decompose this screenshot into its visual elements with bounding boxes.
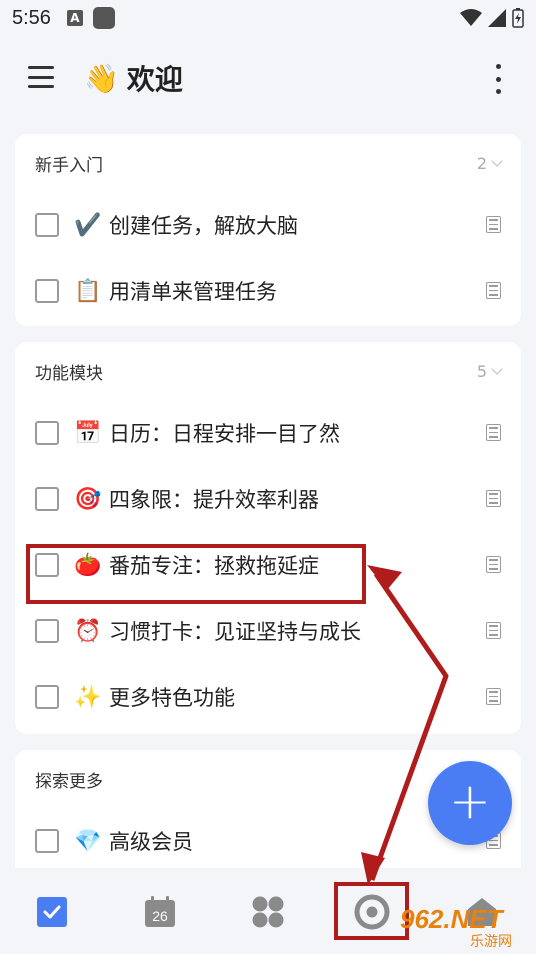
list-item[interactable]: 📅 日历：日程安排一目了然 — [15, 400, 521, 466]
alarm-clock-icon: ⏰ — [74, 618, 102, 644]
task-checkbox[interactable] — [35, 487, 59, 511]
section-features: 功能模块 5 📅 日历：日程安排一目了然 🎯 四象限：提升效率利器 🍅 番茄专注… — [15, 342, 521, 734]
note-icon — [486, 688, 501, 705]
battery-icon — [512, 8, 524, 28]
status-right — [460, 8, 524, 28]
signal-icon — [488, 9, 506, 27]
calendar-date: 26 — [152, 908, 168, 924]
list-item[interactable]: 📋 用清单来管理任务 — [15, 258, 521, 324]
section-header[interactable]: 新手入门 2 — [15, 134, 521, 192]
task-title: 四象限：提升效率利器 — [109, 488, 319, 512]
nav-tasks[interactable] — [32, 892, 72, 932]
svg-text:乐游网: 乐游网 — [470, 934, 512, 950]
note-icon — [486, 282, 501, 299]
task-title: 习惯打卡：见证坚持与成长 — [109, 620, 361, 644]
section-header[interactable]: 功能模块 5 — [15, 342, 521, 400]
target-icon: 🎯 — [74, 486, 102, 512]
svg-text:962.NET: 962.NET — [400, 904, 505, 934]
note-icon — [486, 424, 501, 441]
section-getting-started: 新手入门 2 ✔️ 创建任务，解放大脑 📋 用清单来管理任务 — [15, 134, 521, 326]
task-title: 用清单来管理任务 — [109, 280, 277, 304]
chevron-down-icon — [491, 363, 503, 375]
nav-quadrant[interactable] — [248, 892, 288, 932]
task-title: 创建任务，解放大脑 — [109, 214, 298, 238]
task-checkbox[interactable] — [35, 213, 59, 237]
status-bar: 5:56 A — [0, 0, 536, 36]
note-icon — [486, 490, 501, 507]
four-quadrant-icon — [252, 896, 284, 928]
calendar-emoji-icon: 📅 — [74, 420, 102, 446]
more-options-icon[interactable] — [488, 64, 508, 94]
task-checkbox[interactable] — [35, 279, 59, 303]
note-icon — [486, 556, 501, 573]
task-checkbox[interactable] — [35, 421, 59, 445]
clipboard-icon: 📋 — [74, 278, 102, 304]
notification-square-icon — [92, 7, 115, 29]
status-time: 5:56 — [12, 6, 51, 29]
note-icon — [486, 216, 501, 233]
chevron-down-icon — [491, 155, 503, 167]
task-checkbox[interactable] — [35, 685, 59, 709]
page-title: 👋 欢迎 — [84, 58, 183, 98]
task-checkbox[interactable] — [35, 619, 59, 643]
page-title-text: 欢迎 — [126, 63, 183, 96]
nav-calendar[interactable]: 26 — [140, 892, 180, 932]
task-title: 日历：日程安排一目了然 — [109, 422, 340, 446]
list-item[interactable]: ✔️ 创建任务，解放大脑 — [15, 192, 521, 258]
task-checkbox[interactable] — [35, 829, 59, 853]
list-item[interactable]: ⏰ 习惯打卡：见证坚持与成长 — [15, 598, 521, 664]
task-title: 高级会员 — [109, 830, 193, 854]
keyboard-a-icon: A — [66, 10, 83, 26]
hamburger-menu-icon[interactable] — [28, 66, 54, 88]
highlight-box-pomodoro-task — [26, 544, 366, 604]
app-bar: 👋 欢迎 — [0, 44, 536, 112]
wifi-icon — [460, 9, 482, 26]
list-item[interactable]: 🎯 四象限：提升效率利器 — [15, 466, 521, 532]
section-title: 功能模块 — [35, 363, 103, 384]
section-count: 2 — [477, 154, 503, 173]
section-title: 新手入门 — [35, 155, 103, 176]
sparkles-icon: ✨ — [74, 684, 102, 710]
add-task-button[interactable]: + — [428, 761, 512, 845]
note-icon — [486, 622, 501, 639]
list-item[interactable]: ✨ 更多特色功能 — [15, 664, 521, 730]
section-count: 5 — [477, 362, 503, 381]
gem-icon: 💎 — [74, 828, 102, 854]
task-check-icon — [37, 897, 67, 927]
waving-hand-icon: 👋 — [84, 61, 119, 95]
calendar-icon: 26 — [145, 896, 175, 927]
section-title: 探索更多 — [35, 771, 103, 792]
task-title: 更多特色功能 — [109, 686, 235, 710]
check-mark-icon: ✔️ — [74, 212, 102, 238]
watermark-logo: 962.NET 乐游网 — [398, 900, 534, 950]
